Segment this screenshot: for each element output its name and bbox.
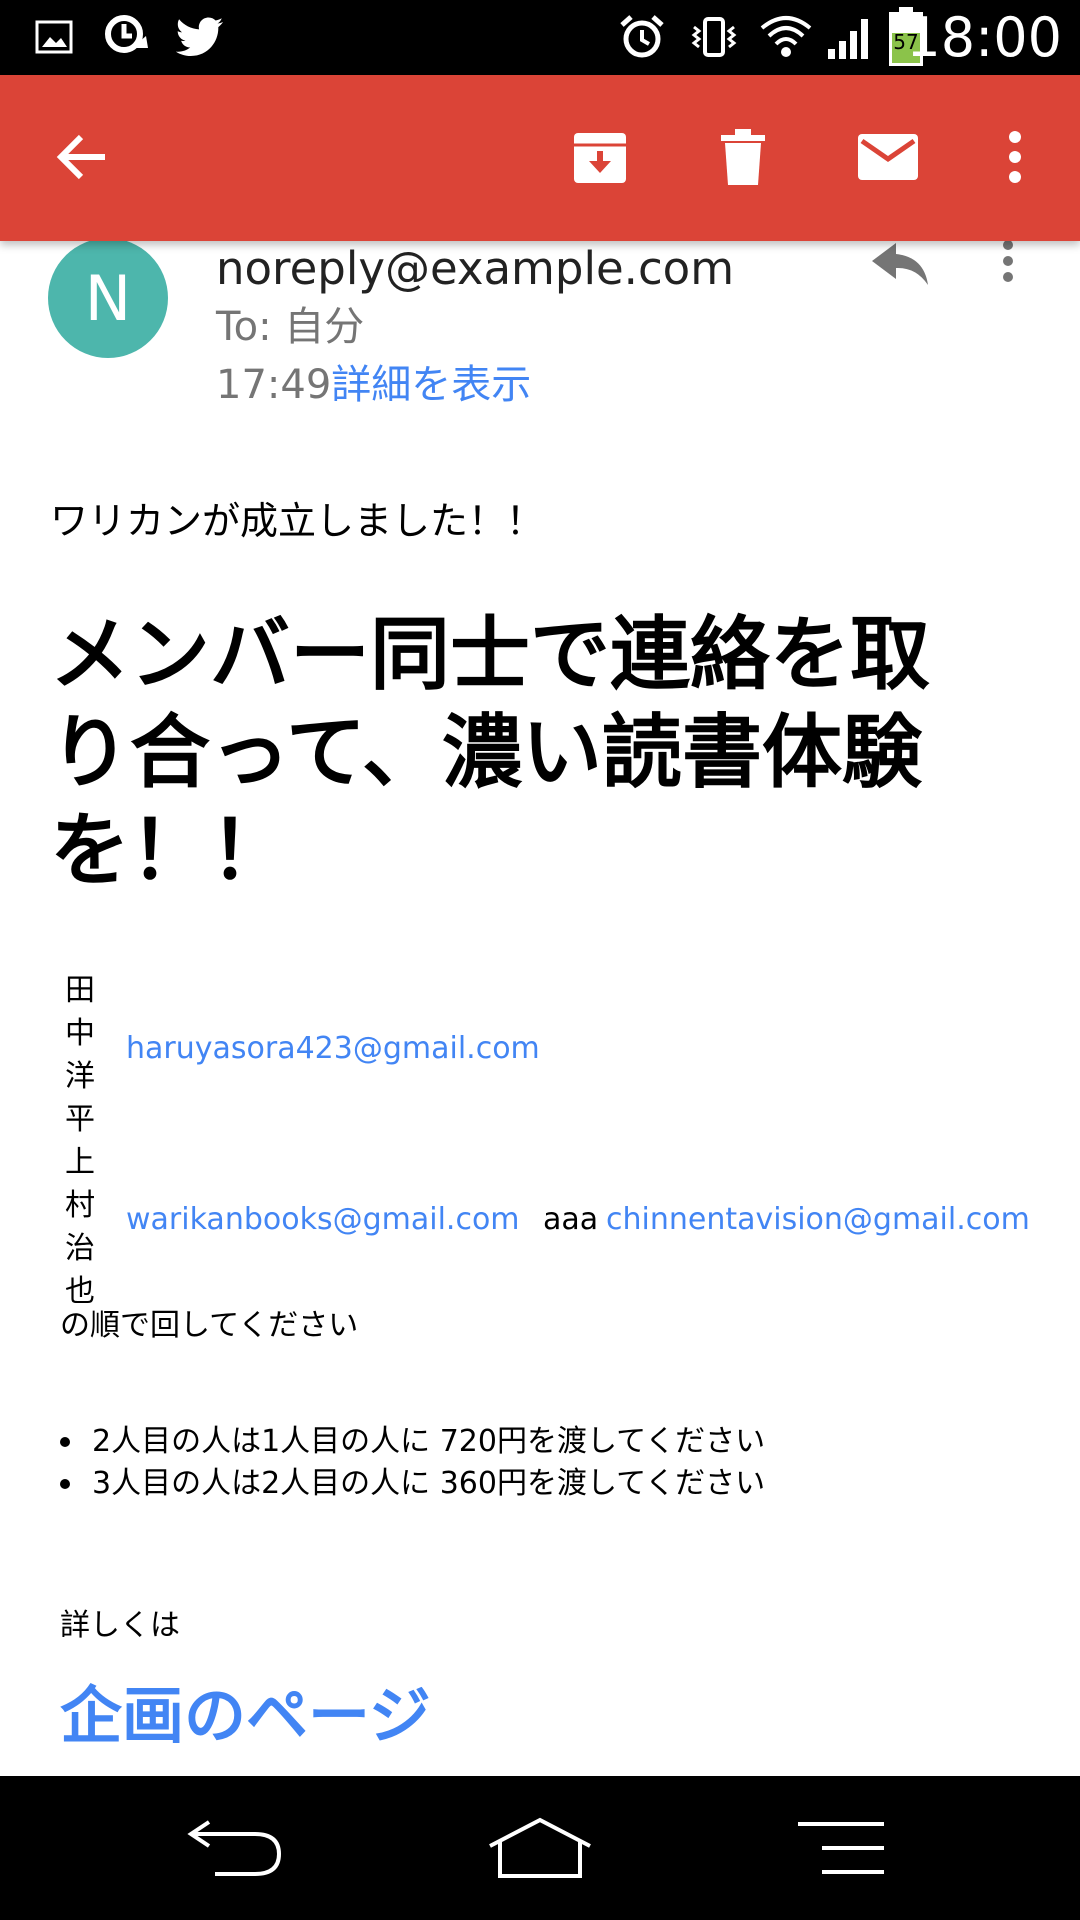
- name-char: 治: [65, 1231, 95, 1266]
- back-button[interactable]: [42, 117, 122, 197]
- aaa-text: aaa: [543, 1202, 599, 1237]
- home-button[interactable]: [485, 1808, 595, 1888]
- home-icon: [489, 1817, 591, 1878]
- member-email-link[interactable]: chinnentavision@gmail.com: [606, 1200, 1030, 1240]
- image-icon: [32, 12, 76, 62]
- alarm-icon: [616, 12, 668, 62]
- navigation-bar: [0, 1776, 1080, 1920]
- delete-button[interactable]: [703, 117, 783, 197]
- more-vert-icon: [1003, 241, 1013, 282]
- headline: メンバー同士で連絡を取り合って、濃い読書体験を！！: [50, 608, 930, 897]
- time-line: 17:49詳細を表示: [216, 359, 531, 411]
- list-item: 3人目の人は2人目の人に 360円を渡してください: [60, 1463, 765, 1505]
- recipient-line: To: 自分: [216, 304, 365, 350]
- sent-time: 17:49: [216, 362, 332, 408]
- name-char: 上: [65, 1145, 95, 1180]
- sync-icon: [100, 12, 154, 62]
- order-instruction: の順で回してください: [60, 1308, 359, 1343]
- recents-button[interactable]: [786, 1808, 896, 1888]
- name-char: 洋: [65, 1059, 95, 1094]
- back-icon: [56, 134, 105, 180]
- archive-button[interactable]: [560, 117, 640, 197]
- clock: 18:00: [906, 6, 1062, 69]
- name-char: 中: [65, 1016, 95, 1051]
- list-item-text: 3人目の人は2人目の人に 360円を渡してください: [92, 1466, 766, 1501]
- name-char: 田: [65, 973, 95, 1008]
- email-content: N noreply@example.com To: 自分 17:49詳細を表示 …: [0, 241, 1080, 1776]
- avatar[interactable]: N: [48, 241, 168, 358]
- archive-icon: [574, 133, 626, 183]
- vibrate-icon: [688, 12, 740, 62]
- nav-back-button[interactable]: [180, 1808, 290, 1888]
- signal-icon: [824, 12, 876, 62]
- wifi-icon: [758, 12, 814, 62]
- mark-unread-icon: [858, 134, 918, 180]
- recents-icon: [798, 1822, 884, 1874]
- project-page-link[interactable]: 企画のページ: [60, 1676, 431, 1756]
- twitter-icon: [174, 12, 226, 62]
- intro-text: ワリカンが成立しました！！: [50, 499, 545, 543]
- more-options-button[interactable]: [975, 117, 1055, 197]
- name-char: 村: [65, 1188, 95, 1223]
- show-details-link[interactable]: 詳細を表示: [331, 362, 531, 408]
- app-bar: [0, 75, 1080, 241]
- list-item-text: 2人目の人は1人目の人に 720円を渡してください: [92, 1424, 766, 1459]
- payment-list: 2人目の人は1人目の人に 720円を渡してください 3人目の人は2人目の人に 3…: [60, 1421, 765, 1505]
- status-bar: 57 18:00: [0, 0, 1080, 75]
- name-char: 平: [65, 1102, 95, 1137]
- back-nav-icon: [187, 1820, 282, 1876]
- mark-unread-button[interactable]: [848, 117, 928, 197]
- member-email-link[interactable]: warikanbooks@gmail.com: [126, 1200, 520, 1240]
- reply-icon: [872, 243, 928, 285]
- member-names: 田 中 洋 平 上 村 治 也: [62, 969, 98, 1313]
- member-email-link[interactable]: haruyasora423@gmail.com: [126, 1029, 540, 1069]
- sender-address: noreply@example.com: [216, 242, 735, 295]
- list-item: 2人目の人は1人目の人に 720円を渡してください: [60, 1421, 765, 1463]
- more-vert-icon: [1009, 131, 1021, 183]
- reply-button[interactable]: [870, 241, 930, 301]
- more-info-text: 詳しくは: [60, 1608, 180, 1643]
- message-more-button[interactable]: [1000, 241, 1040, 301]
- delete-icon: [721, 129, 765, 185]
